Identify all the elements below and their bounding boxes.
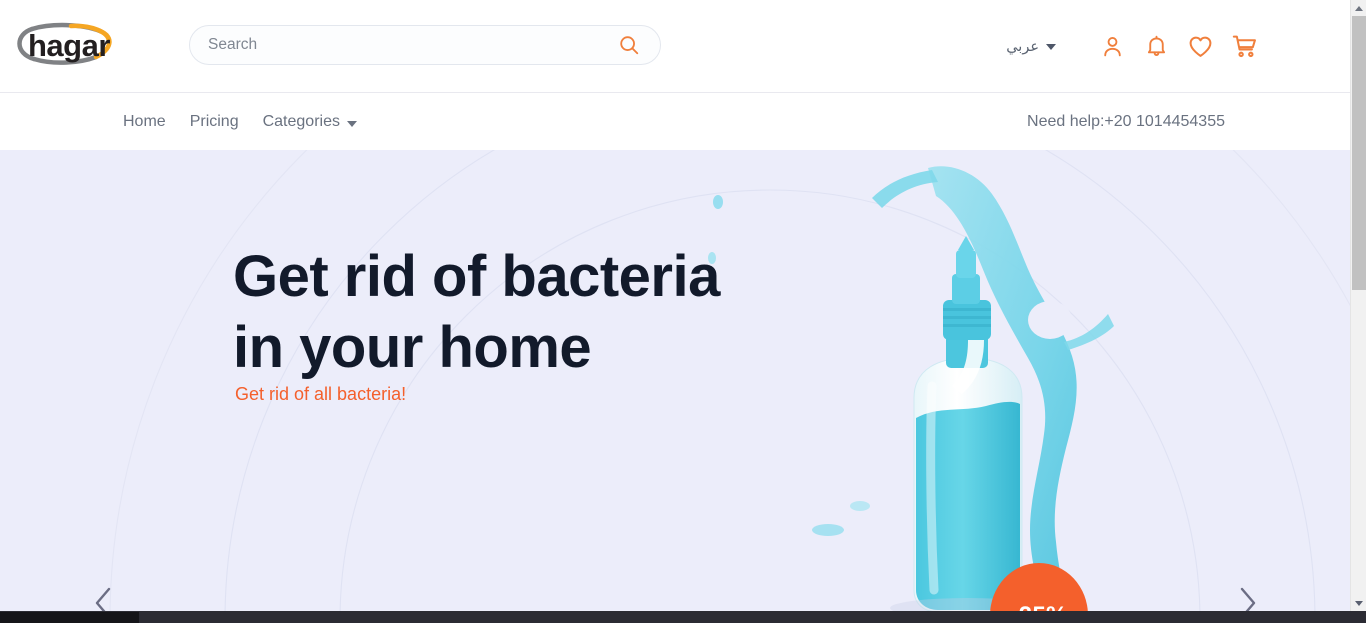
search-input[interactable] (208, 26, 616, 64)
shopping-cart-icon[interactable] (1222, 27, 1266, 67)
nav-item-pricing-label: Pricing (189, 112, 239, 130)
language-switcher[interactable]: عربي (1006, 39, 1056, 55)
search-icon[interactable] (616, 32, 642, 58)
svg-text:hagar: hagar (28, 28, 110, 63)
page-root: hagar عربي (0, 0, 1366, 623)
header-actions: عربي (1006, 0, 1266, 93)
bell-notification-icon[interactable] (1134, 27, 1178, 67)
hero-product-image (708, 166, 1114, 612)
horizontal-scrollbar-thumb[interactable] (0, 612, 139, 623)
user-account-icon[interactable] (1090, 27, 1134, 67)
vertical-scrollbar-thumb[interactable] (1352, 16, 1366, 290)
hero-carousel: Get rid of bacteria in your home Get rid… (0, 150, 1350, 612)
nav-item-categories-label: Categories (262, 112, 340, 130)
site-logo[interactable]: hagar (10, 12, 122, 74)
need-help-text[interactable]: Need help:+20 1014454355 (1027, 93, 1225, 150)
horizontal-scrollbar[interactable] (0, 611, 1366, 623)
triangle-up-icon (1355, 5, 1363, 11)
triangle-down-icon (1355, 600, 1363, 606)
chevron-down-icon (1046, 43, 1056, 50)
navbar-links: Home Pricing Categories (123, 93, 357, 150)
nav-item-pricing[interactable]: Pricing (190, 113, 239, 131)
search-box[interactable] (189, 25, 661, 65)
main-navbar: Home Pricing Categories Need help:+20 10… (0, 93, 1350, 150)
site-header: hagar عربي (0, 0, 1350, 93)
scroll-down-arrow[interactable] (1351, 595, 1366, 611)
nav-item-home[interactable]: Home (123, 113, 166, 131)
nav-item-categories[interactable]: Categories (263, 113, 357, 131)
language-label: عربي (1006, 38, 1039, 55)
chevron-left-icon (95, 587, 111, 612)
heart-wishlist-icon[interactable] (1178, 27, 1222, 67)
carousel-next-button[interactable] (1225, 580, 1271, 612)
vertical-scrollbar[interactable] (1350, 0, 1366, 611)
nav-item-home-label: Home (123, 112, 166, 130)
hero-subtitle: Get rid of all bacteria! (235, 384, 407, 404)
chevron-down-icon (346, 120, 357, 127)
chevron-right-icon (1240, 587, 1256, 612)
carousel-prev-button[interactable] (80, 580, 126, 612)
search-bar[interactable] (189, 25, 661, 65)
scroll-up-arrow[interactable] (1351, 0, 1366, 16)
